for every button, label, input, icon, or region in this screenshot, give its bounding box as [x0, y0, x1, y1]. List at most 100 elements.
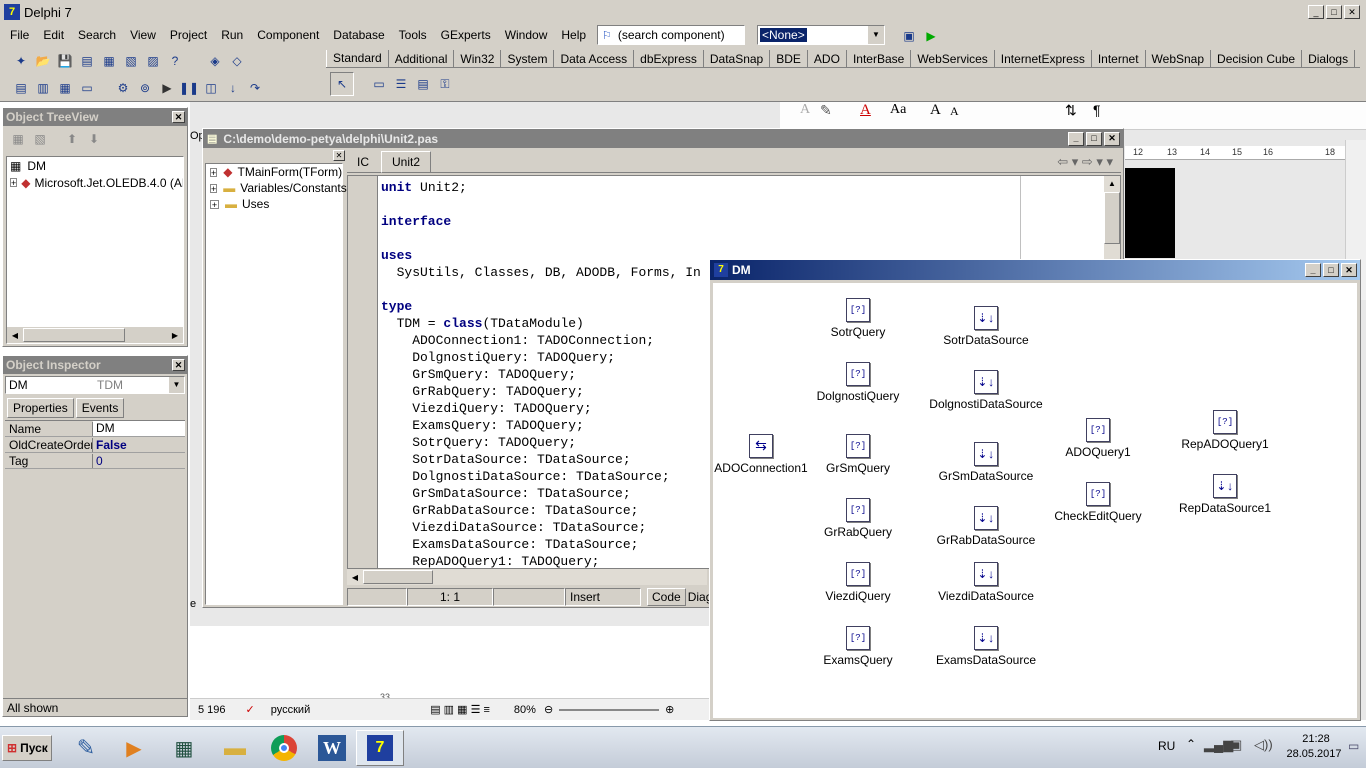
start-button[interactable]: ⊞ Пуск	[2, 735, 52, 761]
tab-code[interactable]: Code	[647, 588, 686, 606]
explorer-item[interactable]: + ▬ Uses	[206, 196, 342, 212]
menu-item-view[interactable]: View	[130, 28, 156, 42]
remove-file-icon[interactable]: ▨	[142, 50, 164, 72]
pause-icon[interactable]: ❚❚	[178, 77, 200, 99]
search-component-box[interactable]: ⚐ (search component)	[597, 25, 745, 45]
palette-tab-ado[interactable]: ADO	[808, 50, 847, 67]
dm-component-checkeditquery[interactable]: [?] CheckEditQuery	[1038, 482, 1158, 523]
dm-close-button[interactable]: ✕	[1341, 263, 1357, 277]
add-file-icon[interactable]: ▧	[120, 50, 142, 72]
breakpoint-icon[interactable]: ⊚	[134, 77, 156, 99]
zoom-in-icon[interactable]: ⊕	[665, 703, 674, 716]
menu-item-search[interactable]: Search	[78, 28, 116, 42]
scroll-left-icon[interactable]: ◀	[347, 573, 363, 582]
inspector-object-combo[interactable]: DM TDM ▼	[5, 376, 185, 394]
zoom-slider[interactable]	[559, 708, 660, 711]
treeview-close-button[interactable]: ✕	[172, 111, 185, 123]
palette-tab-decision-cube[interactable]: Decision Cube	[1211, 50, 1303, 67]
menu-item-edit[interactable]: Edit	[43, 28, 64, 42]
desktop-combo[interactable]: <None> ▼	[757, 25, 885, 45]
prop-row[interactable]: OldCreateOrder False	[5, 437, 185, 453]
window-list-icon[interactable]: ▭	[76, 77, 98, 99]
tray-expand-icon[interactable]: ⌃	[1186, 737, 1196, 751]
dm-component-adoquery1[interactable]: [?] ADOQuery1	[1038, 418, 1158, 459]
menu-item-run[interactable]: Run	[221, 28, 243, 42]
close-button[interactable]: ✕	[1344, 5, 1360, 19]
palette-tab-dbexpress[interactable]: dbExpress	[634, 50, 704, 67]
delete-item-icon[interactable]: ▧	[29, 128, 51, 150]
dm-component-examsdatasource[interactable]: ⇣↓ ExamsDataSource	[926, 626, 1046, 667]
spell-icon[interactable]: ✓	[246, 703, 255, 716]
view-form-icon[interactable]: ◇	[226, 50, 248, 72]
media-player-icon[interactable]: ▶	[110, 730, 158, 766]
explorer-tool-icon[interactable]: ✎	[62, 730, 110, 766]
treeview-hscroll[interactable]: ◀ ▶	[7, 327, 183, 343]
notification-icon[interactable]: ▭	[1348, 739, 1359, 753]
signal-icon[interactable]: ▂▄▆	[1204, 737, 1233, 753]
tree-root[interactable]: ▦ DM	[7, 157, 183, 174]
new-item-icon[interactable]: ▦	[7, 128, 29, 150]
popupmenu-icon[interactable]: ▤	[412, 73, 434, 95]
new-form-icon[interactable]: ▥	[32, 77, 54, 99]
scroll-left-icon[interactable]: ◀	[7, 331, 23, 340]
trace-into-icon[interactable]: ↓	[222, 77, 244, 99]
dm-component-grrabquery[interactable]: [?] GrRabQuery	[798, 498, 918, 539]
inspector-close-button[interactable]: ✕	[172, 359, 185, 371]
label-icon[interactable]: ⚿	[434, 73, 456, 95]
folder-icon[interactable]: ▬	[210, 730, 260, 766]
palette-tab-websnap[interactable]: WebSnap	[1146, 50, 1212, 67]
expand-icon[interactable]: +	[210, 183, 218, 193]
new-icon[interactable]: ✦	[10, 50, 32, 72]
palette-tab-additional[interactable]: Additional	[389, 50, 455, 67]
view-unit-icon[interactable]: ◈	[204, 50, 226, 72]
clock-time[interactable]: 21:28	[1294, 733, 1338, 745]
pointer-icon[interactable]: ↖	[330, 72, 354, 96]
palette-tab-dialogs[interactable]: Dialogs	[1302, 50, 1356, 67]
step-over-icon[interactable]: ↷	[244, 77, 266, 99]
dm-component-sotrdatasource[interactable]: ⇣↓ SotrDataSource	[926, 306, 1046, 347]
dm-minimize-button[interactable]: _	[1305, 263, 1321, 277]
menu-item-gexperts[interactable]: GExperts	[441, 28, 491, 42]
explorer-item[interactable]: + ◆ TMainForm(TForm)	[206, 164, 342, 180]
volume-icon[interactable]: ◁))	[1254, 737, 1273, 753]
mainmenu-icon[interactable]: ☰	[390, 73, 412, 95]
prop-value[interactable]: DM	[93, 421, 185, 436]
prop-row[interactable]: Tag 0	[5, 453, 185, 469]
expand-icon[interactable]: +	[10, 178, 18, 188]
module-icon[interactable]: ⚙	[112, 77, 134, 99]
minimize-button[interactable]: _	[1308, 5, 1324, 19]
palette-tab-win32[interactable]: Win32	[454, 50, 502, 67]
dm-component-dolgnostidatasource[interactable]: ⇣↓ DolgnostiDataSource	[926, 370, 1046, 411]
palette-tab-internetexpress[interactable]: InternetExpress	[995, 50, 1092, 67]
chevron-down-icon[interactable]: ▼	[169, 377, 184, 393]
dm-component-dolgnostiquery[interactable]: [?] DolgnostiQuery	[798, 362, 918, 403]
dm-component-viezdidatasource[interactable]: ⇣↓ ViezdiDataSource	[926, 562, 1046, 603]
save-icon[interactable]: 💾	[54, 50, 76, 72]
dm-maximize-button[interactable]: □	[1323, 263, 1339, 277]
menu-item-tools[interactable]: Tools	[399, 28, 427, 42]
tab-unit2[interactable]: Unit2	[381, 150, 432, 173]
prop-value[interactable]: 0	[93, 454, 185, 468]
maximize-button[interactable]: □	[1326, 5, 1342, 19]
expand-icon[interactable]: +	[210, 199, 219, 209]
menu-item-file[interactable]: File	[10, 28, 29, 42]
palette-tab-interbase[interactable]: InterBase	[847, 50, 912, 67]
step-icon[interactable]: ◫	[200, 77, 222, 99]
scroll-thumb[interactable]	[23, 328, 125, 342]
view-buttons-icon[interactable]: ▤ ▥ ▦ ☰ ≡	[430, 703, 490, 716]
view-project-icon[interactable]: ▦	[54, 77, 76, 99]
palette-tab-webservices[interactable]: WebServices	[911, 50, 995, 67]
palette-tab-samples[interactable]: Samples	[1355, 50, 1360, 67]
open-icon[interactable]: 📂	[32, 50, 54, 72]
dm-component-grrabdatasource[interactable]: ⇣↓ GrRabDataSource	[926, 506, 1046, 547]
tab-ic[interactable]: IC	[347, 152, 379, 172]
explorer-close-button[interactable]: ✕	[333, 150, 345, 161]
menu-item-window[interactable]: Window	[505, 28, 548, 42]
dm-component-examsquery[interactable]: [?] ExamsQuery	[798, 626, 918, 667]
tree-child[interactable]: + ◆ Microsoft.Jet.OLEDB.4.0 (AD	[7, 174, 183, 191]
menu-item-component[interactable]: Component	[257, 28, 319, 42]
palette-tab-standard[interactable]: Standard	[326, 50, 389, 67]
palette-tab-data-access[interactable]: Data Access	[554, 50, 635, 67]
language-label[interactable]: русский	[271, 704, 310, 716]
chrome-icon[interactable]	[260, 730, 308, 766]
